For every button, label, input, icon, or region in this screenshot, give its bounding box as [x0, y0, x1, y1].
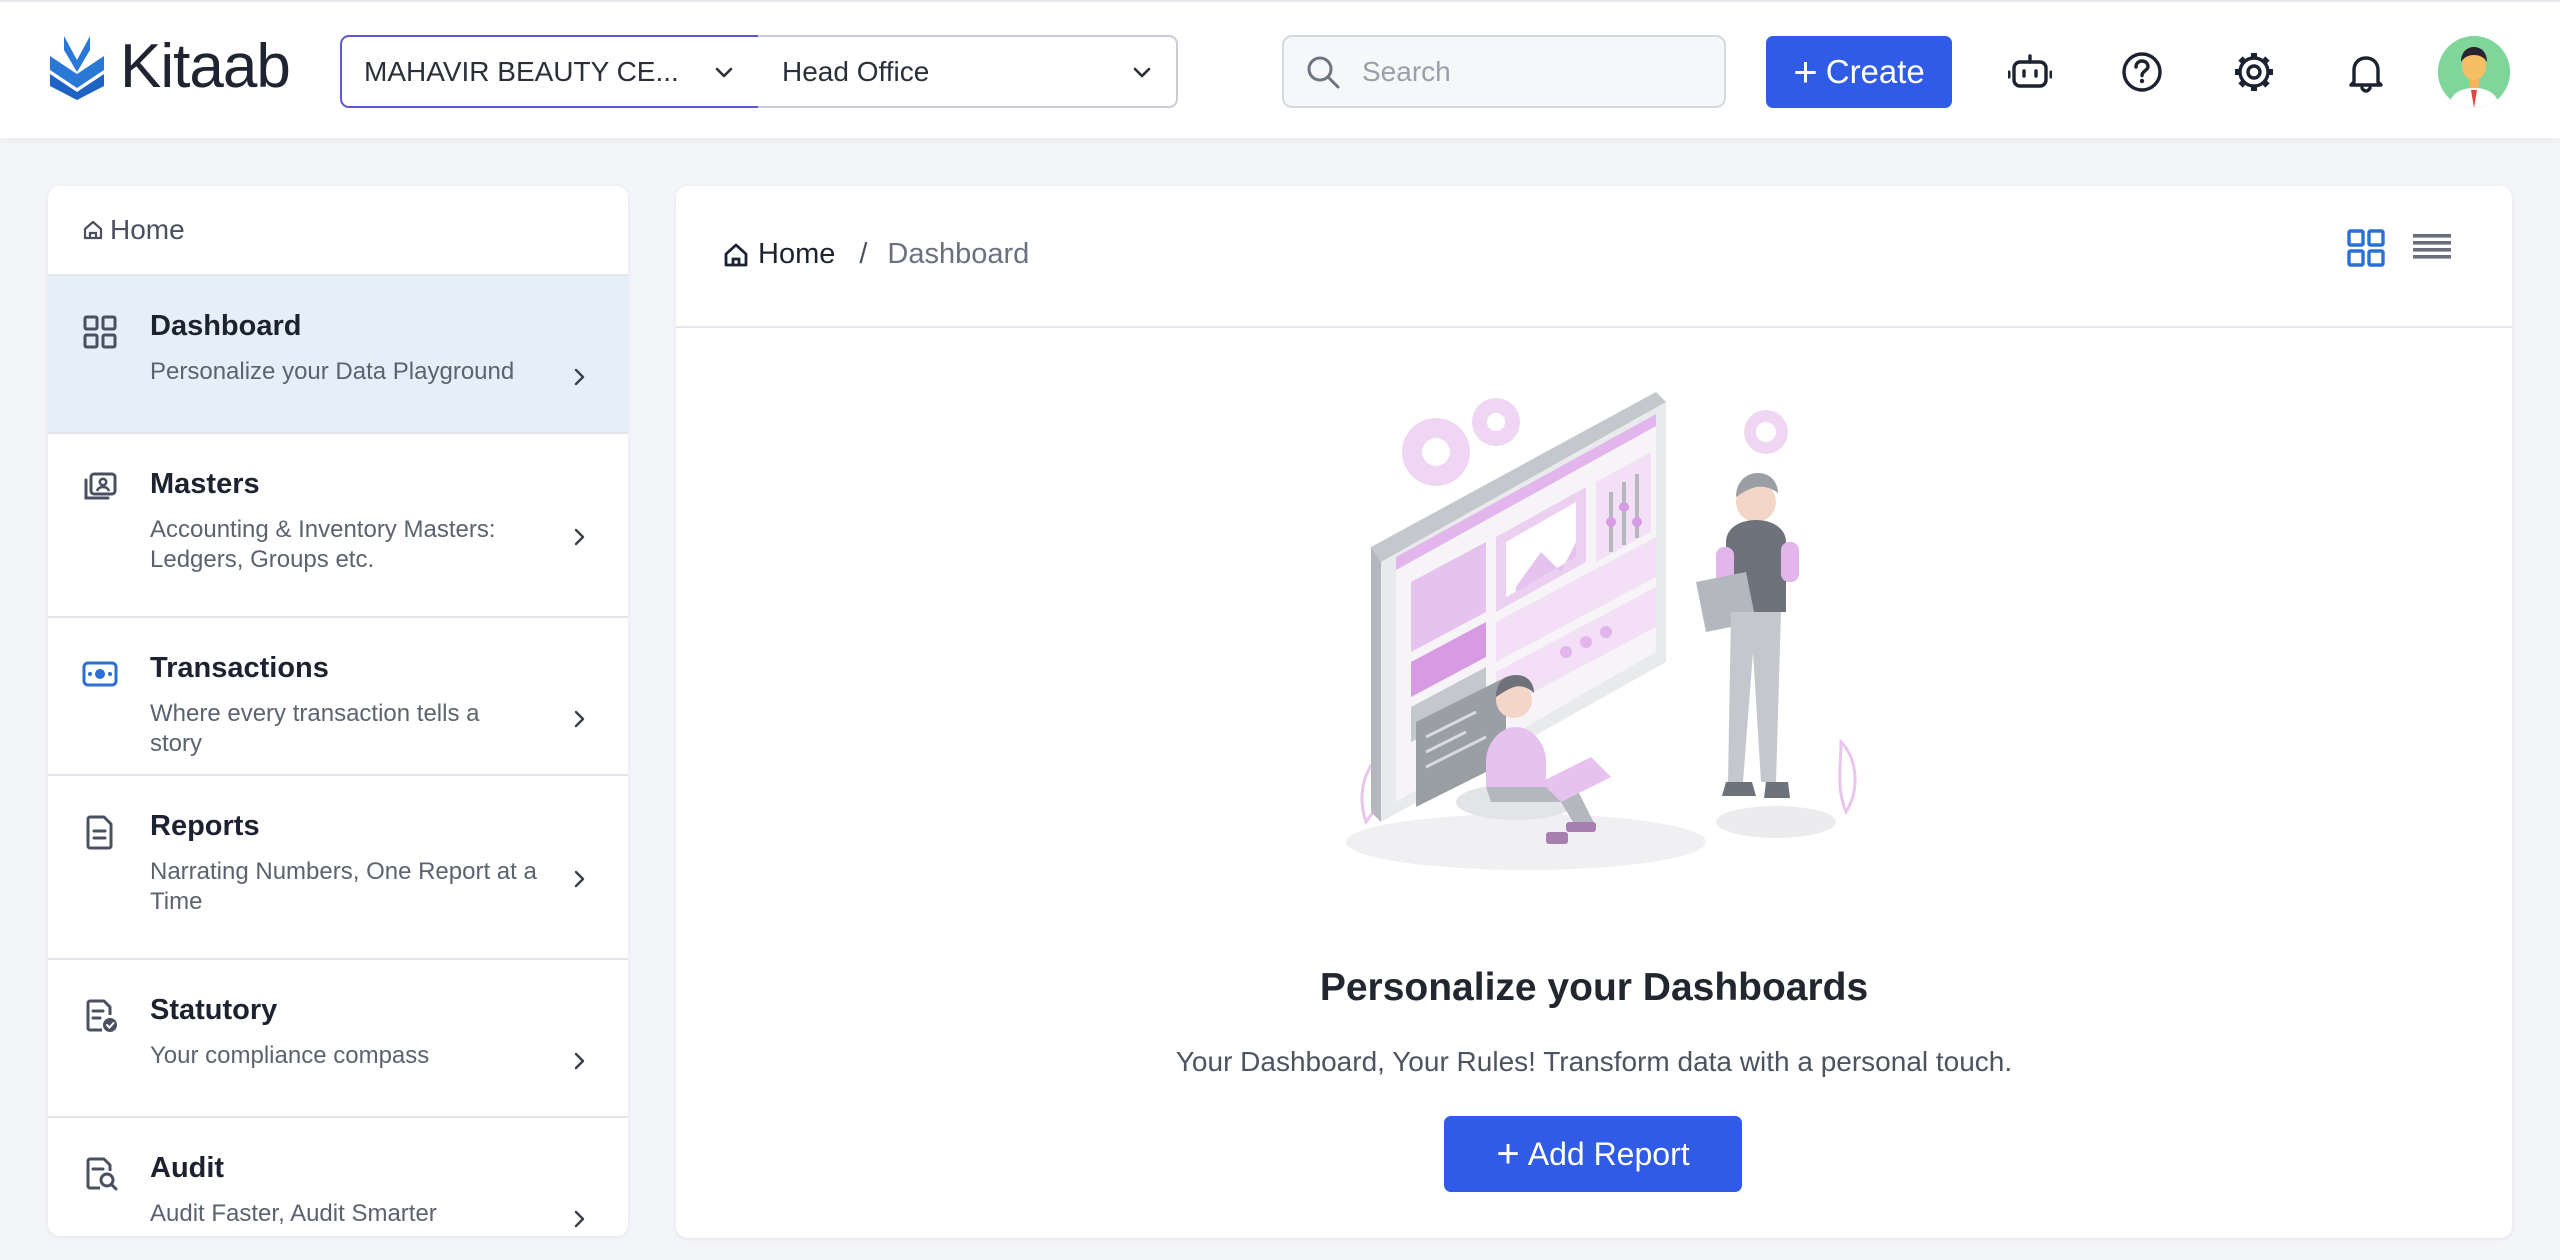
add-report-button-label: Add Report [1527, 1135, 1690, 1172]
branch-select-value: Head Office [782, 55, 930, 87]
sidebar-item-desc: Where every transaction tells a story [150, 700, 480, 757]
sidebar-item-title: Masters [150, 468, 260, 500]
sidebar-item-title: Transactions [150, 652, 329, 684]
chevron-right-icon [568, 366, 590, 388]
gear-icon[interactable] [2232, 50, 2276, 94]
home-icon [724, 243, 748, 266]
sidebar-home-label: Home [110, 214, 185, 245]
breadcrumb-home[interactable]: Home [722, 238, 835, 271]
company-select-value: MAHAVIR BEAUTY CE... [364, 55, 679, 87]
header-divider [676, 326, 2512, 328]
chevron-down-icon [1130, 60, 1154, 84]
sidebar-item-title: Dashboard [150, 310, 302, 342]
app-logo[interactable]: Kitaab [46, 32, 291, 102]
sidebar-item-desc: Audit Faster, Audit Smarter [150, 1200, 437, 1227]
plus-icon: + [1793, 48, 1818, 95]
help-icon[interactable] [2120, 50, 2164, 94]
search-input[interactable] [1362, 55, 1702, 88]
statutory-icon [82, 998, 118, 1034]
add-report-button[interactable]: + Add Report [1444, 1116, 1742, 1192]
empty-state-subtitle: Your Dashboard, Your Rules! Transform da… [1175, 1046, 2013, 1077]
list-view-toggle[interactable] [2412, 228, 2452, 268]
list-view-icon [2413, 234, 2451, 259]
branch-select[interactable]: Head Office [758, 35, 1178, 108]
plus-icon: + [1496, 1132, 1520, 1176]
main-panel: Home / Dashboard Personalize your Dashbo… [676, 186, 2512, 1238]
sidebar-item-title: Reports [150, 810, 260, 842]
sidebar-item-title: Statutory [150, 994, 278, 1026]
breadcrumb: Home / Dashboard [722, 238, 1029, 271]
breadcrumb-home-label: Home [758, 238, 836, 270]
breadcrumb-separator: / [859, 238, 868, 270]
transactions-icon [82, 656, 118, 692]
sidebar: Home Dashboard Personalize your Data Pla… [48, 186, 628, 1236]
masters-icon [82, 470, 118, 506]
create-button[interactable]: + Create [1766, 36, 1952, 108]
audit-icon [82, 1156, 118, 1192]
chevron-right-icon [568, 1208, 590, 1230]
kitaab-logo-icon [50, 36, 104, 100]
search-icon [1307, 56, 1340, 88]
breadcrumb-current: Dashboard [887, 238, 1030, 270]
chevron-right-icon [568, 868, 590, 890]
report-icon [82, 814, 118, 850]
sidebar-item-audit[interactable]: Audit Audit Faster, Audit Smarter [48, 1116, 628, 1236]
sidebar-item-dashboard[interactable]: Dashboard Personalize your Data Playgrou… [48, 274, 628, 432]
sidebar-home-link[interactable]: Home [48, 186, 628, 274]
user-avatar[interactable] [2438, 36, 2510, 108]
bell-icon[interactable] [2344, 50, 2388, 94]
sidebar-item-statutory[interactable]: Statutory Your compliance compass [48, 958, 628, 1116]
sidebar-item-desc: Personalize your Data Playground [150, 358, 515, 385]
dashboard-illustration [1326, 382, 1886, 902]
create-button-label: Create [1825, 53, 1925, 90]
empty-state-title: Personalize your Dashboards [1319, 966, 1869, 1009]
top-bar: Kitaab MAHAVIR BEAUTY CE... Head Office … [0, 0, 2560, 138]
sidebar-item-reports[interactable]: Reports Narrating Numbers, One Report at… [48, 774, 628, 958]
chevron-right-icon [568, 708, 590, 730]
sidebar-item-masters[interactable]: Masters Accounting & Inventory Masters: … [48, 432, 628, 616]
sidebar-item-transactions[interactable]: Transactions Where every transaction tel… [48, 616, 628, 774]
grid-view-icon [2347, 229, 2385, 267]
company-select[interactable]: MAHAVIR BEAUTY CE... [340, 35, 760, 108]
grid-view-toggle[interactable] [2346, 228, 2386, 268]
bot-icon[interactable] [2008, 50, 2052, 94]
search-box[interactable] [1282, 35, 1726, 108]
home-icon [83, 220, 103, 240]
chevron-right-icon [568, 526, 590, 548]
sidebar-item-title: Audit [150, 1152, 225, 1184]
grid-icon [82, 314, 118, 350]
user-avatar-icon [2438, 36, 2510, 108]
sidebar-item-desc: Your compliance compass [150, 1042, 430, 1069]
chevron-down-icon [712, 60, 736, 84]
chevron-right-icon [568, 1050, 590, 1072]
sidebar-item-desc: Narrating Numbers, One Report at a Time [150, 858, 537, 915]
sidebar-item-desc: Accounting & Inventory Masters: Ledgers,… [150, 516, 496, 573]
app-name: Kitaab [120, 32, 291, 101]
